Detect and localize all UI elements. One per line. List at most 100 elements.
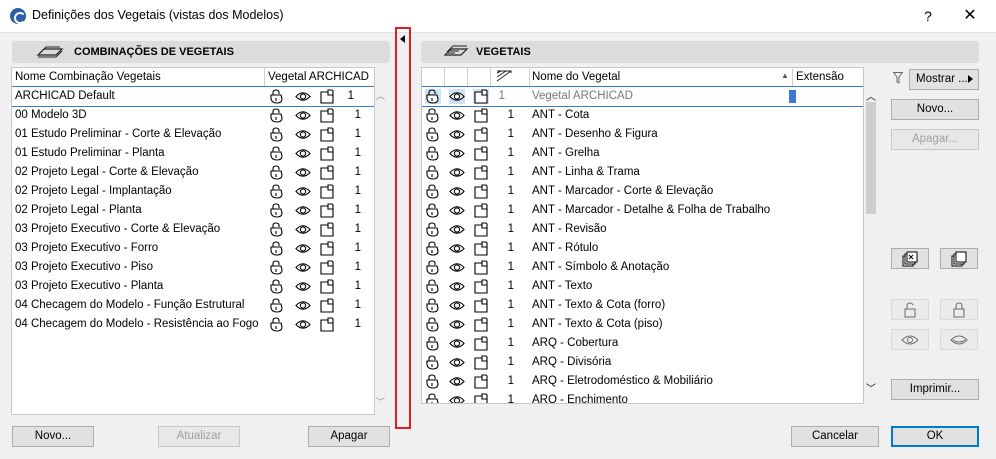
layers-list[interactable]: Nome do Vegetal ▲ Extensão 1 Vegetal ARCH…: [421, 67, 864, 404]
wireframe-solid-icon[interactable]: [473, 355, 489, 370]
visibility-eye-icon[interactable]: [449, 222, 465, 237]
visibility-eye-icon[interactable]: [449, 336, 465, 351]
lock-status-icon[interactable]: [425, 127, 441, 142]
wireframe-solid-icon[interactable]: [319, 260, 335, 275]
visibility-eye-icon[interactable]: [449, 279, 465, 294]
combination-row[interactable]: 00 Modelo 3D 1: [12, 106, 374, 125]
visibility-eye-icon[interactable]: [295, 222, 311, 237]
visibility-eye-icon[interactable]: [449, 127, 465, 142]
visibility-eye-icon[interactable]: [449, 108, 465, 123]
lock-status-icon[interactable]: [269, 241, 285, 256]
visibility-eye-icon[interactable]: [295, 203, 311, 218]
visibility-eye-icon[interactable]: [449, 203, 465, 218]
visibility-eye-icon[interactable]: [449, 374, 465, 389]
visibility-eye-icon[interactable]: [449, 241, 465, 256]
layer-combinations-list[interactable]: Nome Combinação Vegetais Vegetal ARCHICA…: [11, 67, 375, 415]
wireframe-solid-icon[interactable]: [473, 165, 489, 180]
combination-row[interactable]: 02 Projeto Legal - Planta 1: [12, 201, 374, 220]
visibility-eye-icon[interactable]: [449, 89, 465, 104]
visibility-eye-icon[interactable]: [449, 260, 465, 275]
layer-row[interactable]: 1 ANT - Desenho & Figura: [422, 125, 863, 144]
lock-status-icon[interactable]: [425, 108, 441, 123]
lock-status-icon[interactable]: [269, 222, 285, 237]
layer-row[interactable]: 1 ARQ - Divisória: [422, 353, 863, 372]
collapse-left-arrow-icon[interactable]: [400, 35, 405, 43]
wireframe-solid-icon[interactable]: [319, 127, 335, 142]
visibility-eye-icon[interactable]: [449, 298, 465, 313]
wireframe-solid-icon[interactable]: [319, 222, 335, 237]
layer-row[interactable]: 1 ANT - Revisão: [422, 220, 863, 239]
show-all-button[interactable]: [891, 329, 929, 350]
scroll-down-icon[interactable]: ﹀: [866, 380, 876, 395]
layer-row[interactable]: 1 ARQ - Eletrodoméstico & Mobiliário: [422, 372, 863, 391]
delete-combination-button[interactable]: Apagar: [308, 426, 390, 447]
sort-ascending-icon[interactable]: ▲: [781, 71, 789, 80]
left-list-scrollbar[interactable]: ︿ ﹀: [375, 85, 387, 415]
combination-row[interactable]: 01 Estudo Preliminar - Planta 1: [12, 144, 374, 163]
visibility-eye-icon[interactable]: [295, 146, 311, 161]
visibility-eye-icon[interactable]: [295, 127, 311, 142]
layer-row[interactable]: 1 ANT - Linha & Trama: [422, 163, 863, 182]
close-button[interactable]: ✕: [955, 5, 985, 27]
ok-button[interactable]: OK: [891, 426, 979, 447]
combination-row[interactable]: 03 Projeto Executivo - Forro 1: [12, 239, 374, 258]
visibility-eye-icon[interactable]: [449, 317, 465, 332]
lock-status-icon[interactable]: [269, 108, 285, 123]
column-header-layer-name[interactable]: Nome do Vegetal: [532, 68, 620, 86]
lock-status-icon[interactable]: [269, 89, 285, 104]
wireframe-solid-icon[interactable]: [473, 127, 489, 142]
lock-status-icon[interactable]: [425, 184, 441, 199]
visibility-eye-icon[interactable]: [449, 184, 465, 199]
layer-row[interactable]: 1 ANT - Texto & Cota (piso): [422, 315, 863, 334]
lock-status-icon[interactable]: [269, 279, 285, 294]
lock-status-icon[interactable]: [425, 241, 441, 256]
lock-status-icon[interactable]: [425, 165, 441, 180]
wireframe-solid-icon[interactable]: [319, 108, 335, 123]
layer-row[interactable]: 1 Vegetal ARCHICAD: [422, 86, 863, 107]
lock-status-icon[interactable]: [269, 317, 285, 332]
wireframe-solid-icon[interactable]: [473, 184, 489, 199]
visibility-eye-icon[interactable]: [449, 355, 465, 370]
lock-status-icon[interactable]: [269, 298, 285, 313]
lock-status-icon[interactable]: [425, 279, 441, 294]
cancel-button[interactable]: Cancelar: [791, 426, 879, 447]
wireframe-solid-icon[interactable]: [473, 260, 489, 275]
duplicate-layer-button[interactable]: [891, 248, 929, 269]
layer-row[interactable]: 1 ANT - Rótulo: [422, 239, 863, 258]
lock-status-icon[interactable]: [269, 203, 285, 218]
lock-status-icon[interactable]: [269, 146, 285, 161]
lock-status-icon[interactable]: [269, 184, 285, 199]
visibility-eye-icon[interactable]: [295, 260, 311, 275]
wireframe-solid-icon[interactable]: [319, 317, 335, 332]
visibility-eye-icon[interactable]: [449, 165, 465, 180]
wireframe-solid-icon[interactable]: [473, 89, 489, 104]
lock-status-icon[interactable]: [425, 298, 441, 313]
new-layer-button[interactable]: Novo...: [891, 99, 979, 120]
wireframe-solid-icon[interactable]: [473, 146, 489, 161]
stack-order-icon[interactable]: [496, 70, 512, 85]
layers-list-scrollbar[interactable]: ︿ ﹀: [864, 86, 876, 404]
lock-status-icon[interactable]: [269, 127, 285, 142]
visibility-eye-icon[interactable]: [295, 317, 311, 332]
visibility-eye-icon[interactable]: [295, 184, 311, 199]
show-options-button[interactable]: Mostrar ...: [909, 69, 979, 90]
lock-status-icon[interactable]: [425, 355, 441, 370]
wireframe-solid-icon[interactable]: [319, 146, 335, 161]
lock-status-icon[interactable]: [425, 393, 441, 403]
lock-status-icon[interactable]: [425, 317, 441, 332]
layer-row[interactable]: 1 ANT - Grelha: [422, 144, 863, 163]
wireframe-solid-icon[interactable]: [473, 241, 489, 256]
layer-row[interactable]: 1 ANT - Símbolo & Anotação: [422, 258, 863, 277]
scrollbar-thumb[interactable]: [866, 102, 876, 214]
visibility-eye-icon[interactable]: [295, 89, 311, 104]
visibility-eye-icon[interactable]: [449, 146, 465, 161]
lock-status-icon[interactable]: [425, 260, 441, 275]
combination-row[interactable]: 03 Projeto Executivo - Planta 1: [12, 277, 374, 296]
lock-status-icon[interactable]: [425, 336, 441, 351]
combination-row[interactable]: 03 Projeto Executivo - Piso 1: [12, 258, 374, 277]
scroll-up-icon[interactable]: ︿: [376, 89, 385, 102]
lock-status-icon[interactable]: [425, 89, 441, 104]
copy-layer-button[interactable]: [940, 248, 978, 269]
visibility-eye-icon[interactable]: [295, 108, 311, 123]
wireframe-solid-icon[interactable]: [473, 317, 489, 332]
